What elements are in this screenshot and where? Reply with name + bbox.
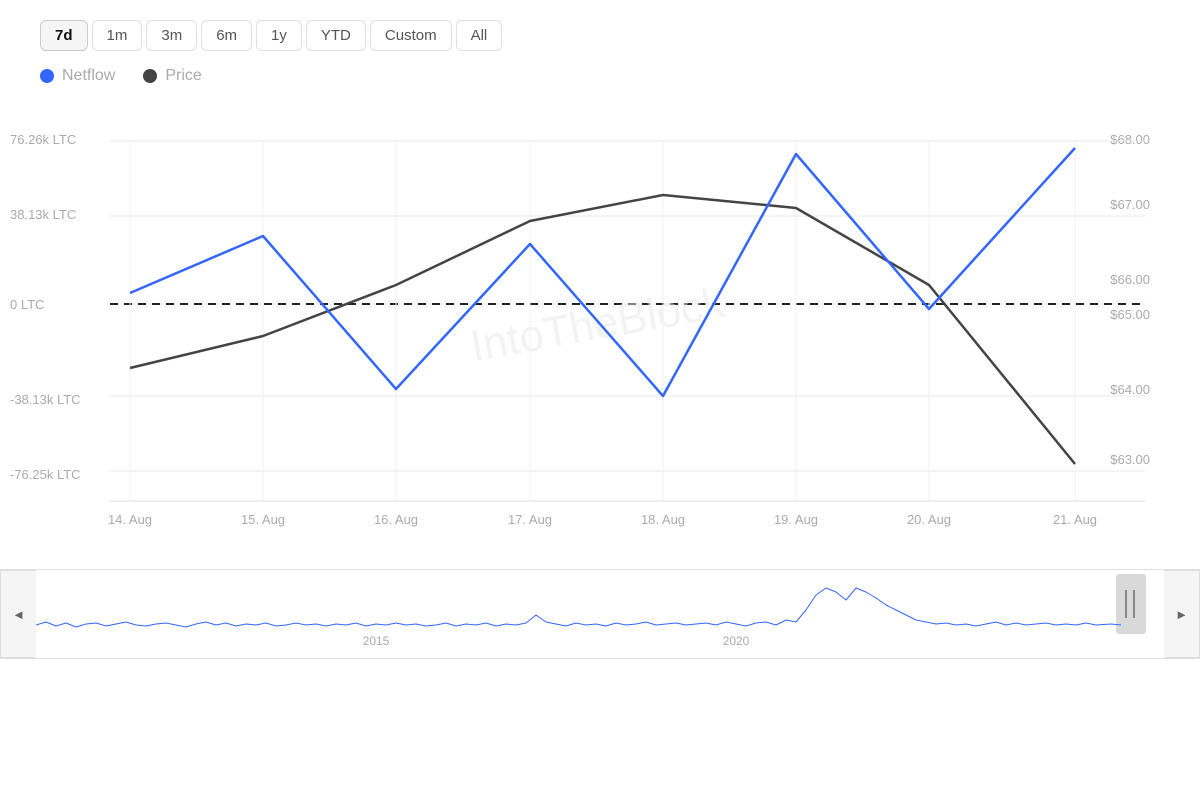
mini-chart-svg: 2015 2020 (36, 570, 1164, 658)
svg-text:$65.00: $65.00 (1110, 307, 1150, 322)
svg-text:20. Aug: 20. Aug (907, 512, 951, 527)
svg-text:14. Aug: 14. Aug (108, 512, 152, 527)
svg-text:2020: 2020 (723, 634, 750, 648)
price-label: Price (165, 67, 201, 85)
svg-text:-38.13k LTC: -38.13k LTC (10, 392, 81, 407)
main-chart-svg: 76.26k LTC 38.13k LTC 0 LTC -38.13k LTC … (0, 109, 1200, 569)
svg-text:19. Aug: 19. Aug (774, 512, 818, 527)
time-btn-6m[interactable]: 6m (201, 20, 252, 51)
legend-price: Price (143, 67, 201, 85)
main-chart-wrapper: 76.26k LTC 38.13k LTC 0 LTC -38.13k LTC … (0, 109, 1200, 569)
mini-chart-right-btn[interactable]: ► (1164, 570, 1200, 658)
time-btn-1y[interactable]: 1y (256, 20, 302, 51)
time-btn-7d[interactable]: 7d (40, 20, 88, 51)
svg-text:15. Aug: 15. Aug (241, 512, 285, 527)
svg-text:$63.00: $63.00 (1110, 452, 1150, 467)
time-btn-ytd[interactable]: YTD (306, 20, 366, 51)
time-btn-3m[interactable]: 3m (146, 20, 197, 51)
svg-text:21. Aug: 21. Aug (1053, 512, 1097, 527)
main-container: 7d1m3m6m1yYTDCustomAll Netflow Price 76.… (0, 0, 1200, 800)
svg-text:18. Aug: 18. Aug (641, 512, 685, 527)
svg-text:$66.00: $66.00 (1110, 272, 1150, 287)
time-btn-custom[interactable]: Custom (370, 20, 452, 51)
time-btn-1m[interactable]: 1m (92, 20, 143, 51)
netflow-label: Netflow (62, 67, 115, 85)
svg-text:16. Aug: 16. Aug (374, 512, 418, 527)
chart-legend: Netflow Price (0, 67, 1200, 85)
time-btn-all[interactable]: All (456, 20, 503, 51)
price-dot (143, 69, 157, 83)
legend-netflow: Netflow (40, 67, 115, 85)
svg-text:17. Aug: 17. Aug (508, 512, 552, 527)
svg-text:$68.00: $68.00 (1110, 132, 1150, 147)
svg-text:0 LTC: 0 LTC (10, 297, 44, 312)
svg-text:-76.25k LTC: -76.25k LTC (10, 467, 81, 482)
svg-text:$67.00: $67.00 (1110, 197, 1150, 212)
mini-chart-left-btn[interactable]: ◄ (0, 570, 36, 658)
time-range-selector: 7d1m3m6m1yYTDCustomAll (0, 20, 1200, 51)
mini-chart-container: ◄ 2015 2020 ► (0, 569, 1200, 659)
svg-text:38.13k LTC: 38.13k LTC (10, 207, 76, 222)
svg-text:$64.00: $64.00 (1110, 382, 1150, 397)
svg-text:2015: 2015 (363, 634, 390, 648)
netflow-dot (40, 69, 54, 83)
svg-text:76.26k LTC: 76.26k LTC (10, 132, 76, 147)
mini-chart-area: 2015 2020 (36, 570, 1164, 658)
